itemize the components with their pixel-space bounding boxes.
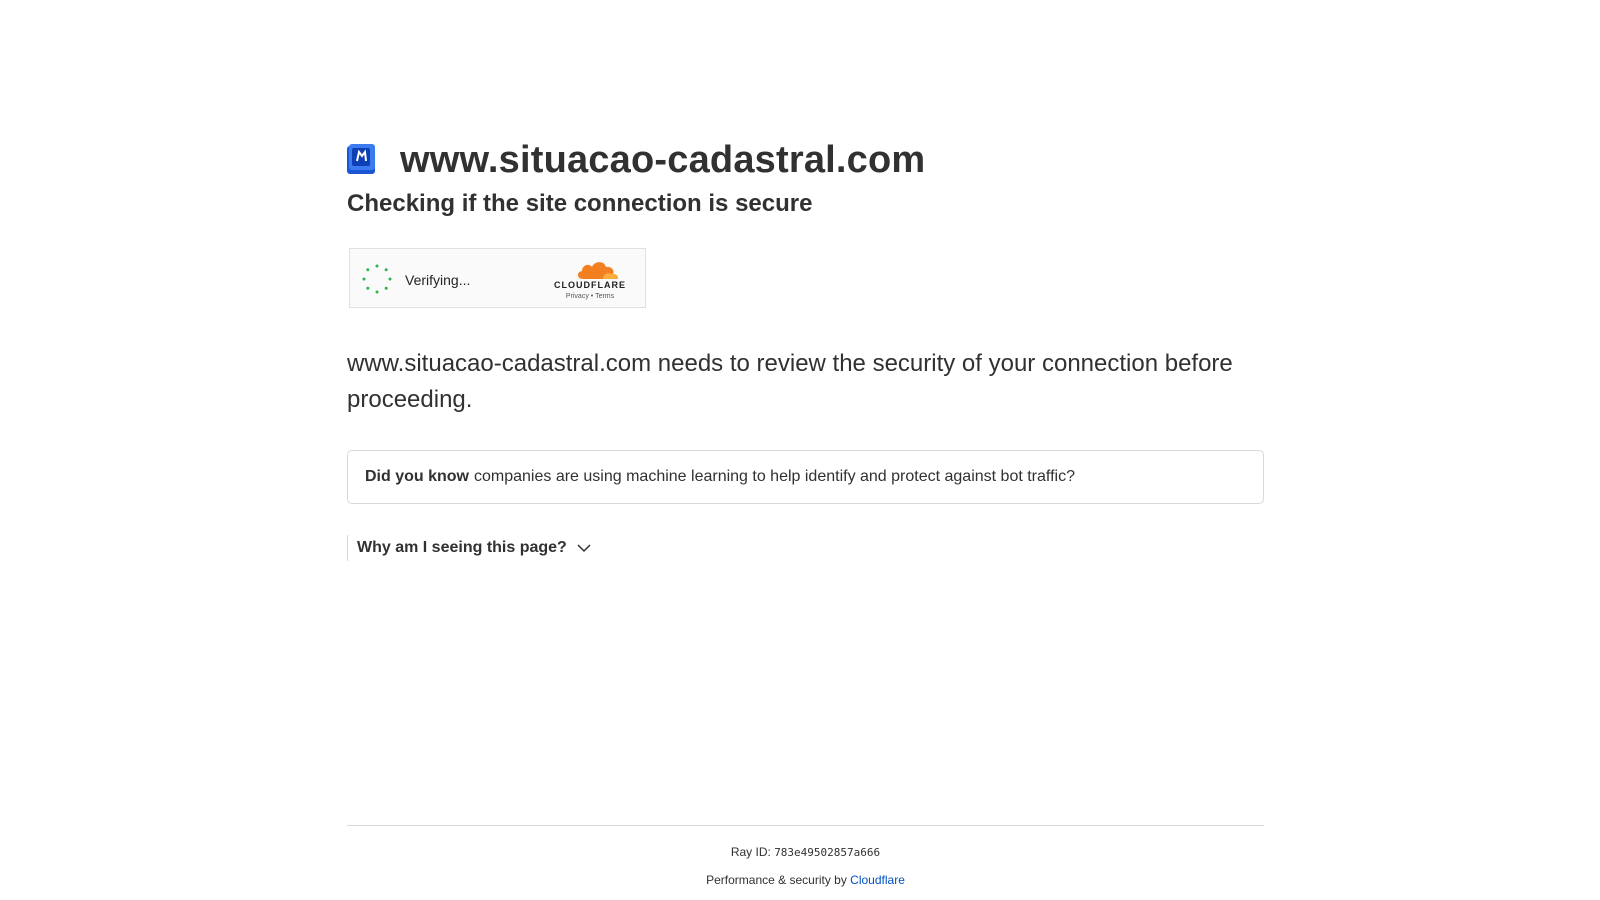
terms-link[interactable]: Terms <box>595 293 614 300</box>
cloudflare-cloud-icon <box>577 262 619 279</box>
link-separator: • <box>590 293 594 300</box>
ray-id-line: Ray ID: 783e49502857a666 <box>347 844 1264 861</box>
cloudflare-wordmark: CLOUDFLARE <box>554 280 626 290</box>
review-message: www.situacao-cadastral.com needs to revi… <box>347 350 1233 413</box>
cloudflare-link[interactable]: Cloudflare <box>850 873 905 887</box>
cloudflare-brand: CLOUDFLARE Privacy • Terms <box>549 259 631 300</box>
performance-text: Performance & security by <box>706 873 847 887</box>
site-header: www.situacao-cadastral.com <box>347 140 1264 180</box>
site-favicon-icon <box>347 144 375 174</box>
did-you-know-text: companies are using machine learning to … <box>474 468 1075 485</box>
did-you-know-box: Did you know companies are using machine… <box>347 450 1264 504</box>
performance-line: Performance & security by Cloudflare <box>347 872 1264 888</box>
widget-links: Privacy • Terms <box>549 293 631 300</box>
site-title: www.situacao-cadastral.com <box>400 139 926 181</box>
did-you-know-lead: Did you know <box>365 468 469 485</box>
why-seeing-page-toggle[interactable]: Why am I seeing this page? <box>347 535 597 561</box>
page-subtitle: Checking if the site connection is secur… <box>347 190 813 217</box>
ray-id-value: 783e49502857a666 <box>774 846 881 859</box>
chevron-down-icon <box>577 544 591 553</box>
verifying-status: Verifying... <box>405 272 471 288</box>
turnstile-widget[interactable]: Verifying... CLOUDFLARE Privacy • Terms <box>349 248 646 308</box>
privacy-link[interactable]: Privacy <box>566 293 589 300</box>
loading-spinner-icon <box>362 264 392 294</box>
main-content: www.situacao-cadastral.com Checking if t… <box>347 140 1264 561</box>
why-label: Why am I seeing this page? <box>357 539 567 556</box>
ray-id-label: Ray ID: <box>730 845 771 859</box>
footer: Ray ID: 783e49502857a666 Performance & s… <box>347 825 1264 888</box>
